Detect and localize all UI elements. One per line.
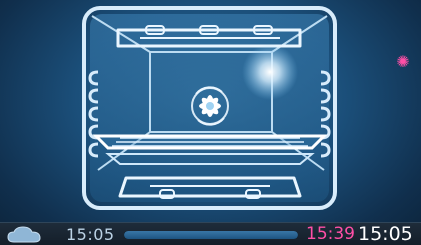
cooking-progress-bar — [124, 231, 298, 239]
current-clock: 15:05 — [358, 223, 413, 245]
oven-display: ✺ 15:05 15:39 15:05 — [0, 0, 421, 245]
end-time: 15:39 — [306, 224, 355, 244]
cooking-progress-fill — [124, 231, 298, 239]
defrost-snowflake-icon: ✺ — [396, 52, 410, 71]
cloud-icon[interactable] — [6, 225, 46, 245]
start-time: 15:05 — [66, 225, 115, 244]
oven-view: ✺ — [0, 0, 421, 222]
oven-light-glow — [242, 44, 298, 100]
status-bar: 15:05 15:39 15:05 — [0, 222, 421, 245]
oven-cavity-illustration — [82, 6, 337, 210]
